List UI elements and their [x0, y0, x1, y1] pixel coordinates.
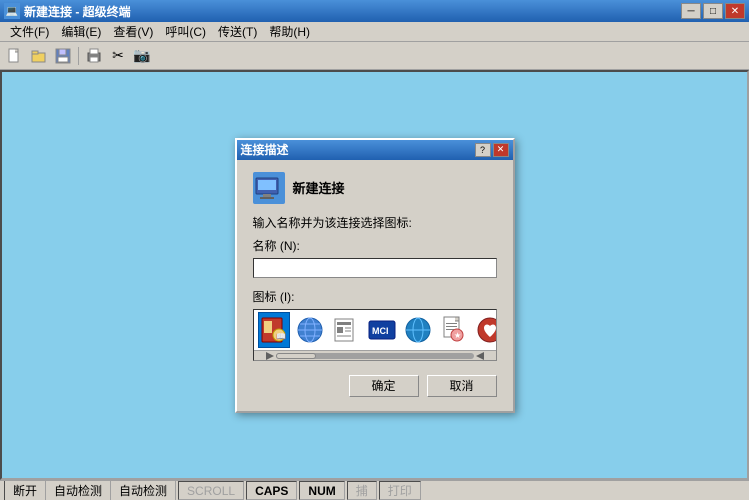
window-title: 新建连接 - 超级终端: [24, 3, 131, 20]
close-button[interactable]: ✕: [725, 3, 745, 19]
icon-item-5[interactable]: ★: [438, 312, 470, 348]
toolbar-print[interactable]: [83, 45, 105, 67]
menu-transfer[interactable]: 传送(T): [212, 21, 263, 42]
name-label: 名称 (N):: [253, 237, 497, 254]
icon-list: 📖: [254, 310, 496, 350]
status-capture: 捕: [347, 481, 377, 500]
menu-file[interactable]: 文件(F): [4, 21, 55, 42]
toolbar: ✂ 📷: [0, 42, 749, 70]
name-input[interactable]: [253, 258, 497, 278]
dialog-help-button[interactable]: ?: [475, 143, 491, 157]
status-print: 打印: [379, 481, 421, 500]
icon-item-6[interactable]: [474, 312, 497, 348]
toolbar-cut[interactable]: ✂: [107, 45, 129, 67]
main-area: 连接描述 ? ✕: [0, 70, 749, 480]
icon-item-1[interactable]: [294, 312, 326, 348]
toolbar-new[interactable]: [4, 45, 26, 67]
dialog-description: 输入名称并为该连接选择图标:: [253, 214, 497, 231]
app-icon: 💻: [4, 3, 20, 19]
icon-item-4[interactable]: [402, 312, 434, 348]
icon-item-3[interactable]: MCI: [366, 312, 398, 348]
toolbar-separator-1: [78, 47, 79, 65]
icon-item-2[interactable]: [330, 312, 362, 348]
ok-button[interactable]: 确定: [349, 375, 419, 397]
dialog-titlebar: 连接描述 ? ✕: [237, 140, 513, 160]
dialog-backdrop: 连接描述 ? ✕: [2, 72, 747, 478]
window-controls: ─ □ ✕: [681, 3, 745, 19]
dialog-body: 新建连接 输入名称并为该连接选择图标: 名称 (N): 图标 (I):: [237, 160, 513, 411]
dialog-close-button[interactable]: ✕: [493, 143, 509, 157]
maximize-button[interactable]: □: [703, 3, 723, 19]
status-connection: 断开: [4, 481, 46, 500]
connection-description-dialog: 连接描述 ? ✕: [235, 138, 515, 413]
minimize-button[interactable]: ─: [681, 3, 701, 19]
svg-text:MCI: MCI: [372, 326, 389, 336]
icon-label: 图标 (I):: [253, 288, 497, 305]
svg-text:📖: 📖: [276, 332, 286, 341]
icon-list-container: 📖: [253, 309, 497, 361]
status-detect-2: 自动检测: [111, 481, 176, 500]
status-scroll: SCROLL: [178, 481, 244, 500]
cancel-button[interactable]: 取消: [427, 375, 497, 397]
toolbar-open[interactable]: [28, 45, 50, 67]
toolbar-save[interactable]: [52, 45, 74, 67]
dialog-title: 连接描述: [241, 141, 289, 158]
menu-view[interactable]: 查看(V): [107, 21, 159, 42]
menu-help[interactable]: 帮助(H): [263, 21, 316, 42]
menu-call[interactable]: 呼叫(C): [159, 21, 212, 42]
toolbar-camera[interactable]: 📷: [131, 45, 153, 67]
menu-edit[interactable]: 编辑(E): [55, 21, 107, 42]
svg-text:★: ★: [454, 331, 461, 340]
menu-bar: 文件(F) 编辑(E) 查看(V) 呼叫(C) 传送(T) 帮助(H): [0, 22, 749, 42]
dialog-buttons: 确定 取消: [253, 375, 497, 399]
icon-item-0[interactable]: 📖: [258, 312, 290, 348]
status-num: NUM: [299, 481, 344, 500]
horizontal-scrollbar[interactable]: [254, 350, 496, 361]
status-detect-1: 自动检测: [46, 481, 111, 500]
title-bar: 💻 新建连接 - 超级终端 ─ □ ✕: [0, 0, 749, 22]
status-caps: CAPS: [246, 481, 297, 500]
status-bar: 断开 自动检测 自动检测 SCROLL CAPS NUM 捕 打印: [0, 480, 749, 500]
dialog-header-title: 新建连接: [293, 178, 345, 197]
dialog-header-icon: [253, 172, 285, 204]
dialog-header: 新建连接: [253, 172, 497, 204]
